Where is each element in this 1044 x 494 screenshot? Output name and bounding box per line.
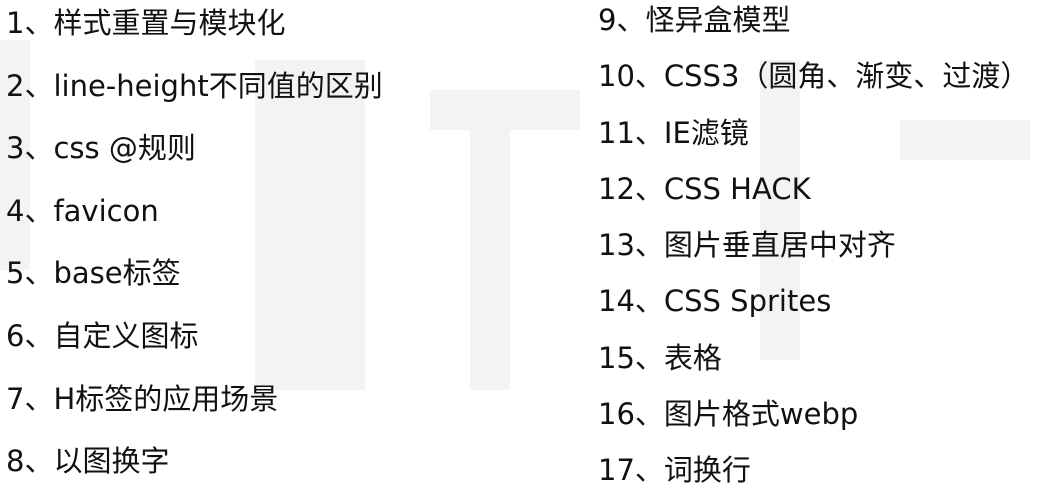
list-item: 9、怪异盒模型 — [598, 3, 791, 37]
list-item: 17、词换行 — [598, 453, 751, 488]
background-decoration — [470, 90, 510, 390]
list-item: 6、自定义图标 — [6, 318, 199, 353]
list-item: 3、css @规则 — [6, 131, 196, 166]
list-item: 14、CSS Sprites — [598, 284, 832, 319]
list-item: 8、以图换字 — [6, 444, 170, 479]
list-item: 11、IE滤镜 — [598, 115, 749, 150]
topic-list-right: 9、怪异盒模型 10、CSS3（圆角、渐变、过渡） 11、IE滤镜 12、CSS… — [598, 0, 1029, 494]
list-item: 15、表格 — [598, 340, 722, 375]
list-item: 13、图片垂直居中对齐 — [598, 228, 896, 263]
list-item: 5、base标签 — [6, 256, 181, 291]
list-item: 16、图片格式webp — [598, 397, 859, 432]
list-item: 12、CSS HACK — [598, 171, 811, 206]
list-item: 7、H标签的应用场景 — [6, 381, 279, 416]
topic-list-left: 1、样式重置与模块化 2、line-height不同值的区别 3、css @规则… — [6, 3, 383, 494]
list-item: 10、CSS3（圆角、渐变、过渡） — [598, 59, 1030, 94]
list-item: 1、样式重置与模块化 — [6, 6, 286, 40]
list-item: 2、line-height不同值的区别 — [6, 68, 383, 103]
list-item: 4、favicon — [6, 193, 159, 228]
content-slide: 1、样式重置与模块化 2、line-height不同值的区别 3、css @规则… — [0, 0, 1044, 494]
